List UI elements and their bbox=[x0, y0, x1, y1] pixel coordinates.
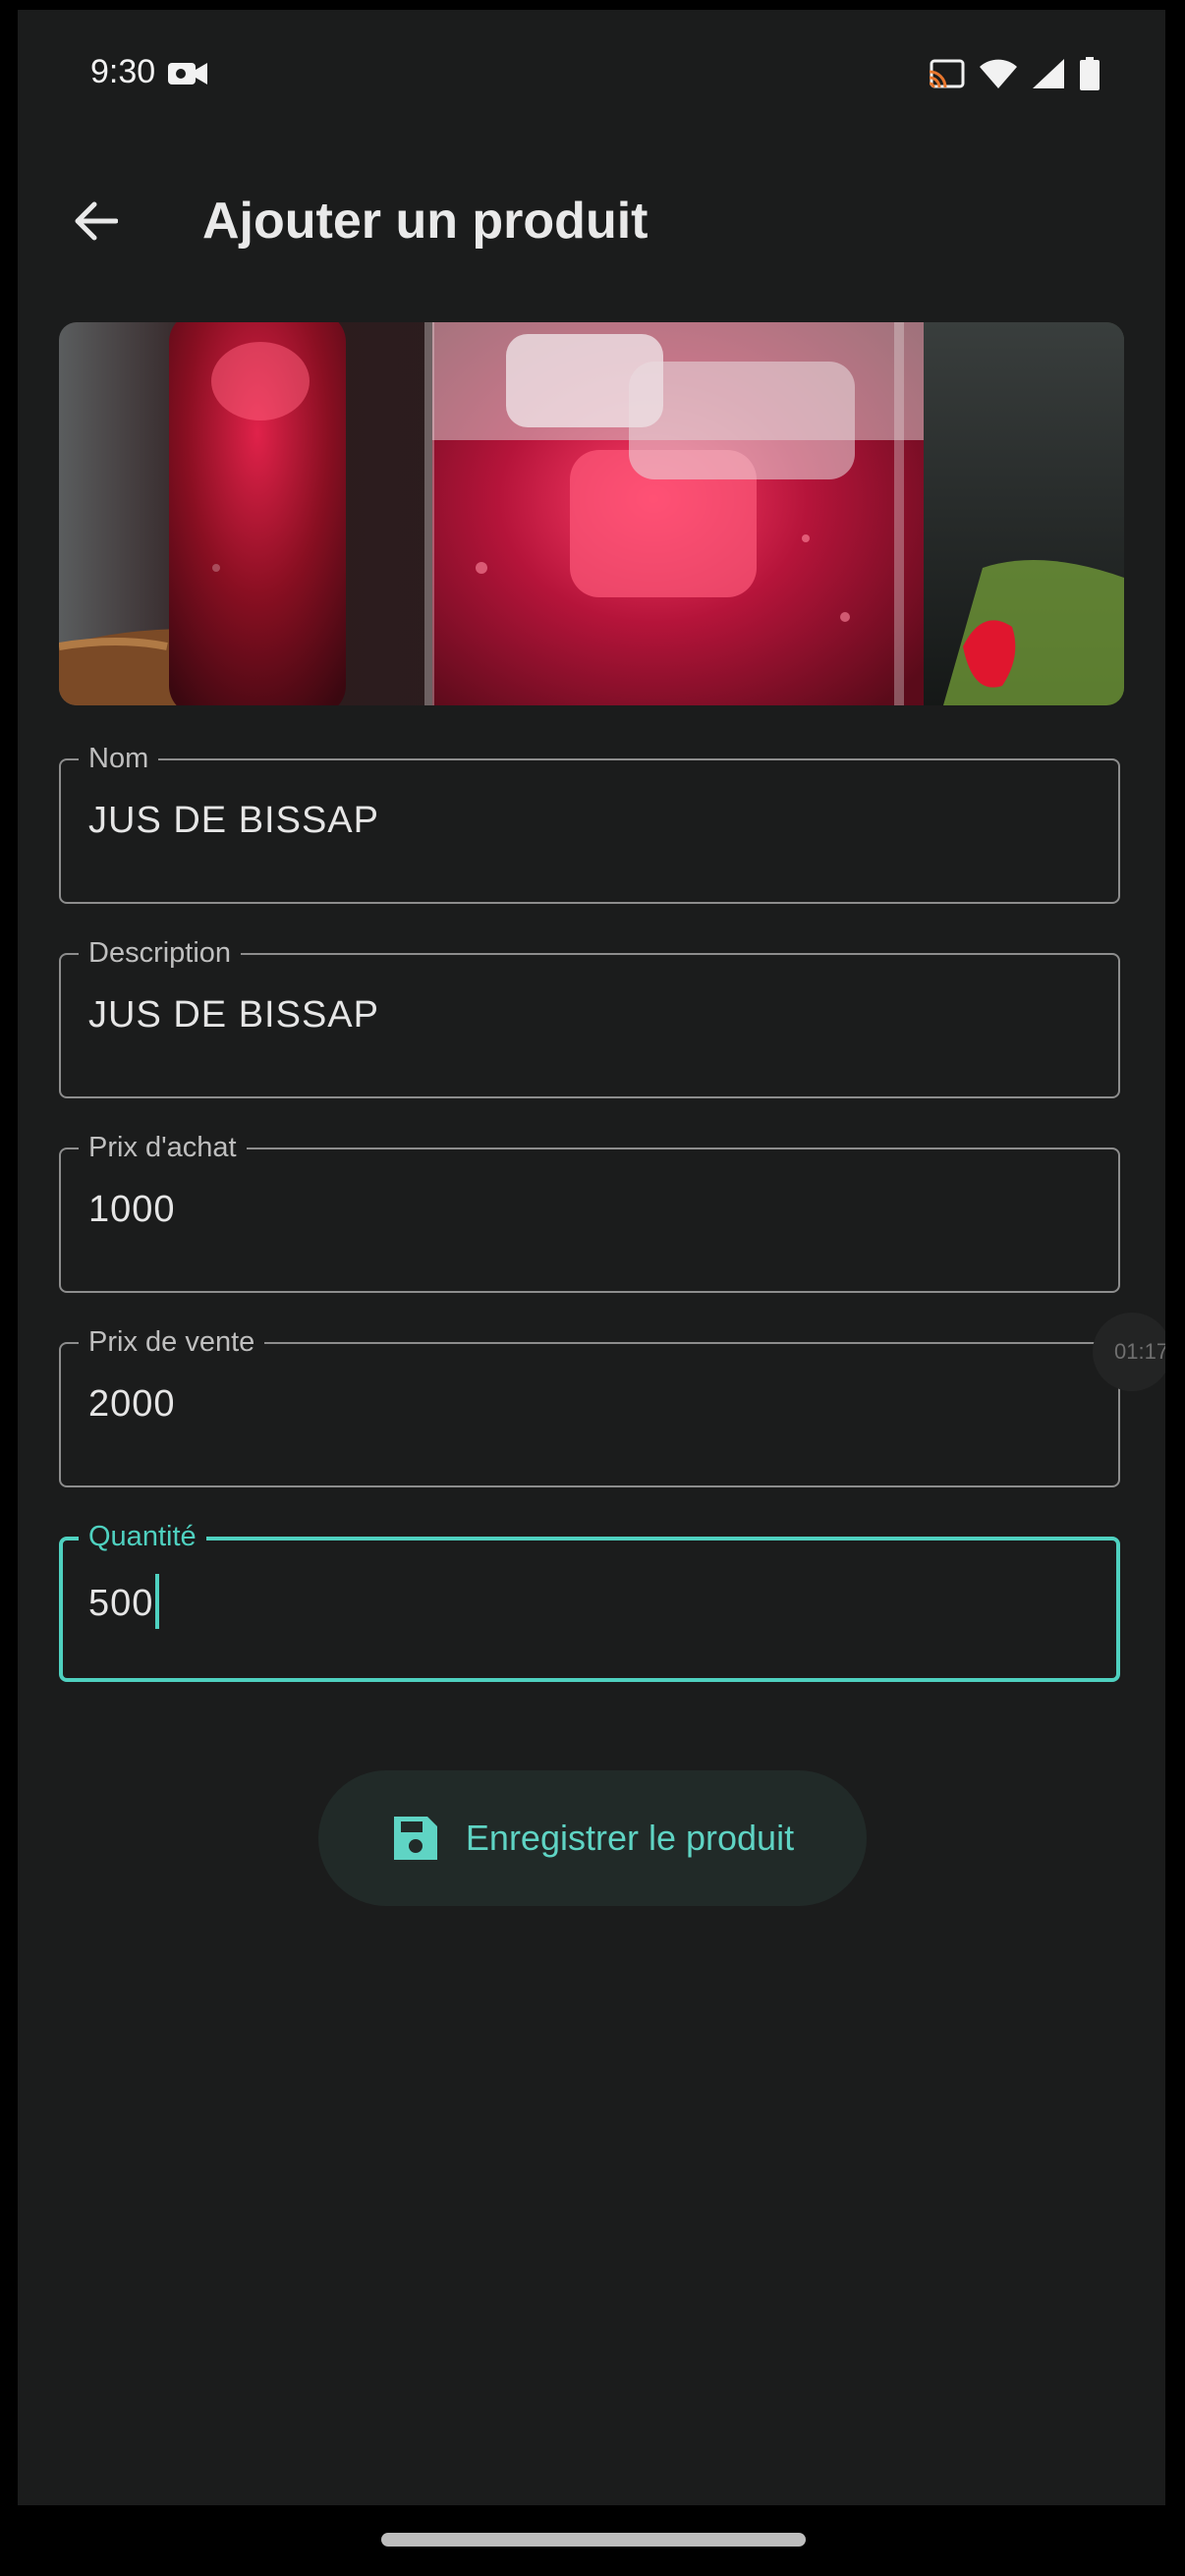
sale-price-field-value[interactable]: 2000 bbox=[88, 1383, 176, 1426]
purchase-price-field[interactable]: Prix d'achat 1000 bbox=[59, 1132, 1124, 1295]
video-camera-icon bbox=[168, 61, 209, 91]
sale-price-field-label: Prix de vente bbox=[79, 1326, 265, 1358]
description-field-value[interactable]: JUS DE BISSAP bbox=[88, 994, 379, 1036]
home-indicator[interactable] bbox=[381, 2533, 806, 2547]
sale-price-field-outline bbox=[59, 1342, 1120, 1487]
save-product-label: Enregistrer le produit bbox=[465, 1818, 795, 1858]
page-title: Ajouter un produit bbox=[202, 193, 649, 250]
description-field-label: Description bbox=[79, 937, 242, 969]
quantity-field-label: Quantité bbox=[79, 1521, 206, 1552]
quantity-field-text: 500 bbox=[88, 1583, 154, 1625]
sale-price-field[interactable]: Prix de vente 2000 bbox=[59, 1326, 1124, 1489]
status-icons bbox=[928, 57, 1100, 95]
status-time: 9:30 bbox=[90, 53, 156, 90]
wifi-icon bbox=[979, 58, 1018, 94]
arrow-left-icon bbox=[75, 201, 118, 241]
signal-icon bbox=[1032, 58, 1065, 94]
cast-icon bbox=[928, 58, 965, 94]
description-field[interactable]: Description JUS DE BISSAP bbox=[59, 937, 1124, 1100]
name-field[interactable]: Nom JUS DE BISSAP bbox=[59, 743, 1124, 906]
app-bar: Ajouter un produit bbox=[18, 167, 1165, 275]
purchase-price-field-value[interactable]: 1000 bbox=[88, 1189, 176, 1231]
text-caret bbox=[155, 1574, 160, 1629]
name-field-value[interactable]: JUS DE BISSAP bbox=[88, 800, 379, 842]
save-product-button[interactable]: Enregistrer le produit bbox=[318, 1770, 867, 1906]
battery-icon bbox=[1079, 57, 1100, 95]
status-bar: 9:30 bbox=[18, 10, 1165, 138]
quantity-field-outline bbox=[59, 1537, 1120, 1682]
recording-timer-text: 01:17 bbox=[1114, 1339, 1165, 1364]
purchase-price-field-label: Prix d'achat bbox=[79, 1132, 247, 1163]
quantity-field-value[interactable]: 500 bbox=[88, 1574, 160, 1633]
product-image[interactable] bbox=[59, 322, 1124, 705]
app-screen: 9:30 Ajouter un produit Nom JUS DE BISSA… bbox=[18, 10, 1165, 2505]
back-button[interactable] bbox=[61, 187, 130, 255]
name-field-label: Nom bbox=[79, 743, 159, 774]
purchase-price-field-outline bbox=[59, 1148, 1120, 1293]
recording-timer[interactable]: 01:17 bbox=[1093, 1313, 1165, 1391]
save-icon bbox=[393, 1817, 437, 1860]
quantity-field[interactable]: Quantité 500 bbox=[59, 1521, 1124, 1684]
